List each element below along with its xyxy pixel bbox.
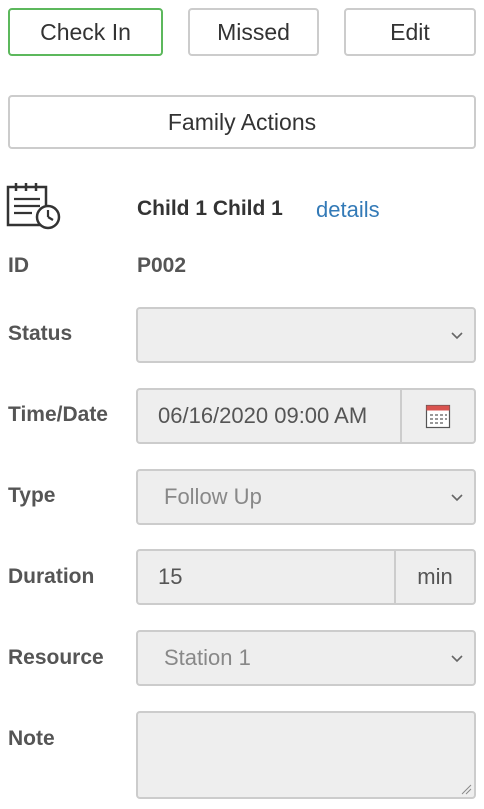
type-value: Follow Up	[164, 484, 262, 509]
time-date-label: Time/Date	[8, 403, 108, 426]
note-label: Note	[8, 727, 55, 750]
status-select[interactable]	[136, 307, 476, 363]
chevron-down-icon	[451, 655, 463, 663]
duration-unit: min	[394, 549, 476, 605]
duration-input[interactable]: 15	[136, 549, 398, 605]
appointment-clock-icon	[6, 180, 62, 232]
chevron-down-icon	[451, 332, 463, 340]
check-in-button[interactable]: Check In	[8, 8, 163, 56]
calendar-icon	[425, 404, 451, 429]
type-label: Type	[8, 484, 56, 507]
time-date-input[interactable]: 06/16/2020 09:00 AM	[136, 388, 404, 444]
duration-value: 15	[158, 564, 183, 589]
resource-label: Resource	[8, 646, 104, 669]
resource-select[interactable]: Station 1	[136, 630, 476, 686]
chevron-down-icon	[451, 494, 463, 502]
edit-button[interactable]: Edit	[344, 8, 476, 56]
missed-button[interactable]: Missed	[188, 8, 319, 56]
type-select[interactable]: Follow Up	[136, 469, 476, 525]
details-link[interactable]: details	[316, 197, 380, 223]
patient-name: Child 1 Child 1	[137, 197, 283, 220]
id-value: P002	[137, 254, 187, 277]
note-textarea[interactable]	[136, 711, 476, 799]
id-label: ID	[8, 254, 29, 277]
time-date-value: 06/16/2020 09:00 AM	[158, 403, 368, 428]
resize-handle-icon[interactable]	[460, 783, 472, 795]
duration-label: Duration	[8, 565, 95, 588]
resource-value: Station 1	[164, 645, 251, 670]
calendar-button[interactable]	[400, 388, 476, 444]
status-label: Status	[8, 322, 73, 345]
family-actions-button[interactable]: Family Actions	[8, 95, 476, 149]
